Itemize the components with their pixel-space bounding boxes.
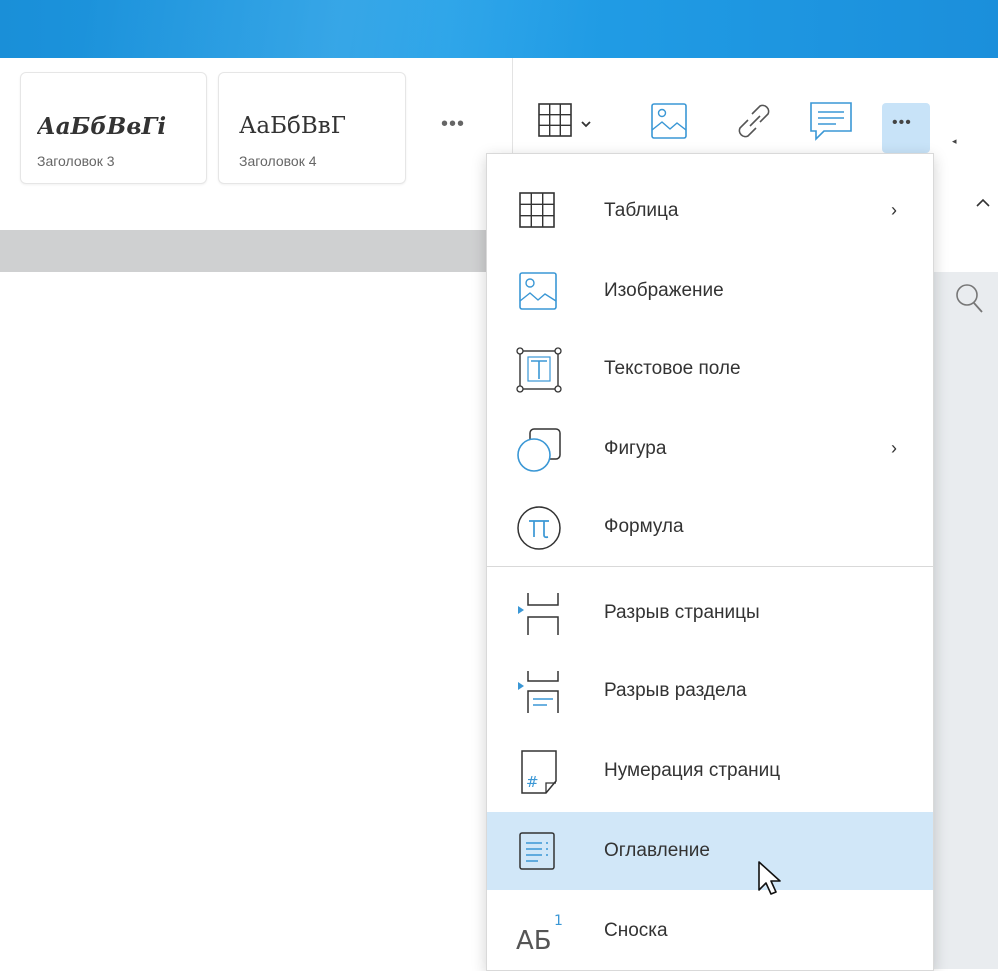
insert-more-menu: Таблица › Изображение Текстовое поле Фиг…	[486, 153, 934, 971]
menu-item-table-of-contents[interactable]: Оглавление	[487, 812, 933, 890]
search-icon[interactable]	[955, 283, 985, 320]
menu-item-formula[interactable]: Формула	[487, 488, 933, 566]
document-page[interactable]	[0, 272, 490, 969]
title-bar	[0, 0, 998, 58]
menu-separator	[487, 566, 933, 567]
menu-item-label: Разрыв страницы	[604, 602, 760, 623]
menu-item-label: Текстовое поле	[604, 358, 741, 379]
menu-item-label: Фигура	[604, 438, 667, 459]
style-card-heading-4[interactable]: АаБбВвГ Заголовок 4	[218, 72, 406, 184]
style-name: Заголовок 3	[37, 153, 115, 169]
right-panel	[934, 230, 998, 969]
insert-table-button[interactable]	[535, 98, 591, 146]
shape-icon	[517, 428, 561, 472]
menu-item-label: Оглавление	[604, 840, 710, 861]
section-break-icon	[518, 671, 559, 713]
menu-item-label: Сноска	[604, 920, 668, 941]
svg-text:АБ: АБ	[516, 926, 552, 956]
menu-item-table[interactable]: Таблица ›	[487, 172, 933, 250]
menu-item-label: Формула	[604, 516, 684, 537]
table-icon	[519, 192, 555, 228]
menu-item-footnote[interactable]: АБ 1 Сноска	[487, 892, 933, 970]
more-insert-button[interactable]: •••	[882, 103, 930, 153]
ruler-band	[0, 230, 490, 272]
submenu-arrow-icon: ›	[891, 200, 897, 220]
image-icon	[651, 103, 687, 139]
page-numbering-icon: #	[521, 750, 557, 794]
menu-item-label: Нумерация страниц	[604, 760, 781, 781]
menu-item-shape[interactable]: Фигура ›	[487, 410, 933, 488]
style-sample: АаБбВвГ	[239, 113, 346, 139]
menu-item-label: Таблица	[604, 200, 679, 221]
table-of-contents-icon	[519, 832, 555, 870]
svg-text:#: #	[526, 773, 539, 791]
menu-item-label: Разрыв раздела	[604, 680, 747, 701]
image-icon	[519, 272, 557, 310]
collapse-ribbon-icon[interactable]	[975, 196, 991, 214]
insert-comment-button[interactable]	[808, 98, 856, 146]
page-break-icon	[518, 593, 559, 635]
insert-image-button[interactable]	[648, 98, 696, 146]
comment-icon	[810, 102, 852, 141]
svg-text:1: 1	[554, 913, 563, 929]
menu-item-section-break[interactable]: Разрыв раздела	[487, 652, 933, 730]
more-icon: •••	[892, 114, 912, 131]
menu-item-page-break[interactable]: Разрыв страницы	[487, 574, 933, 652]
title-bar-gradient	[80, 0, 730, 58]
table-icon	[538, 103, 591, 137]
scroll-toolbar-icon[interactable]: ◂	[952, 136, 957, 147]
style-name: Заголовок 4	[239, 153, 317, 169]
footnote-icon: АБ 1	[516, 913, 563, 956]
link-icon	[738, 104, 770, 138]
style-card-heading-3[interactable]: АаБбВвГі Заголовок 3	[20, 72, 207, 184]
menu-item-text-box[interactable]: Текстовое поле	[487, 330, 933, 408]
mouse-cursor-icon	[757, 860, 783, 905]
menu-item-page-numbering[interactable]: # Нумерация страниц	[487, 732, 933, 810]
submenu-arrow-icon: ›	[891, 438, 897, 458]
styles-more-button[interactable]: •••	[441, 113, 465, 136]
text-box-icon	[516, 347, 562, 393]
style-sample: АаБбВвГі	[37, 113, 167, 140]
right-panel-header	[934, 230, 998, 272]
menu-item-image[interactable]: Изображение	[487, 252, 933, 330]
menu-item-label: Изображение	[604, 280, 724, 301]
formula-icon	[517, 506, 561, 550]
insert-link-button[interactable]	[730, 98, 778, 146]
